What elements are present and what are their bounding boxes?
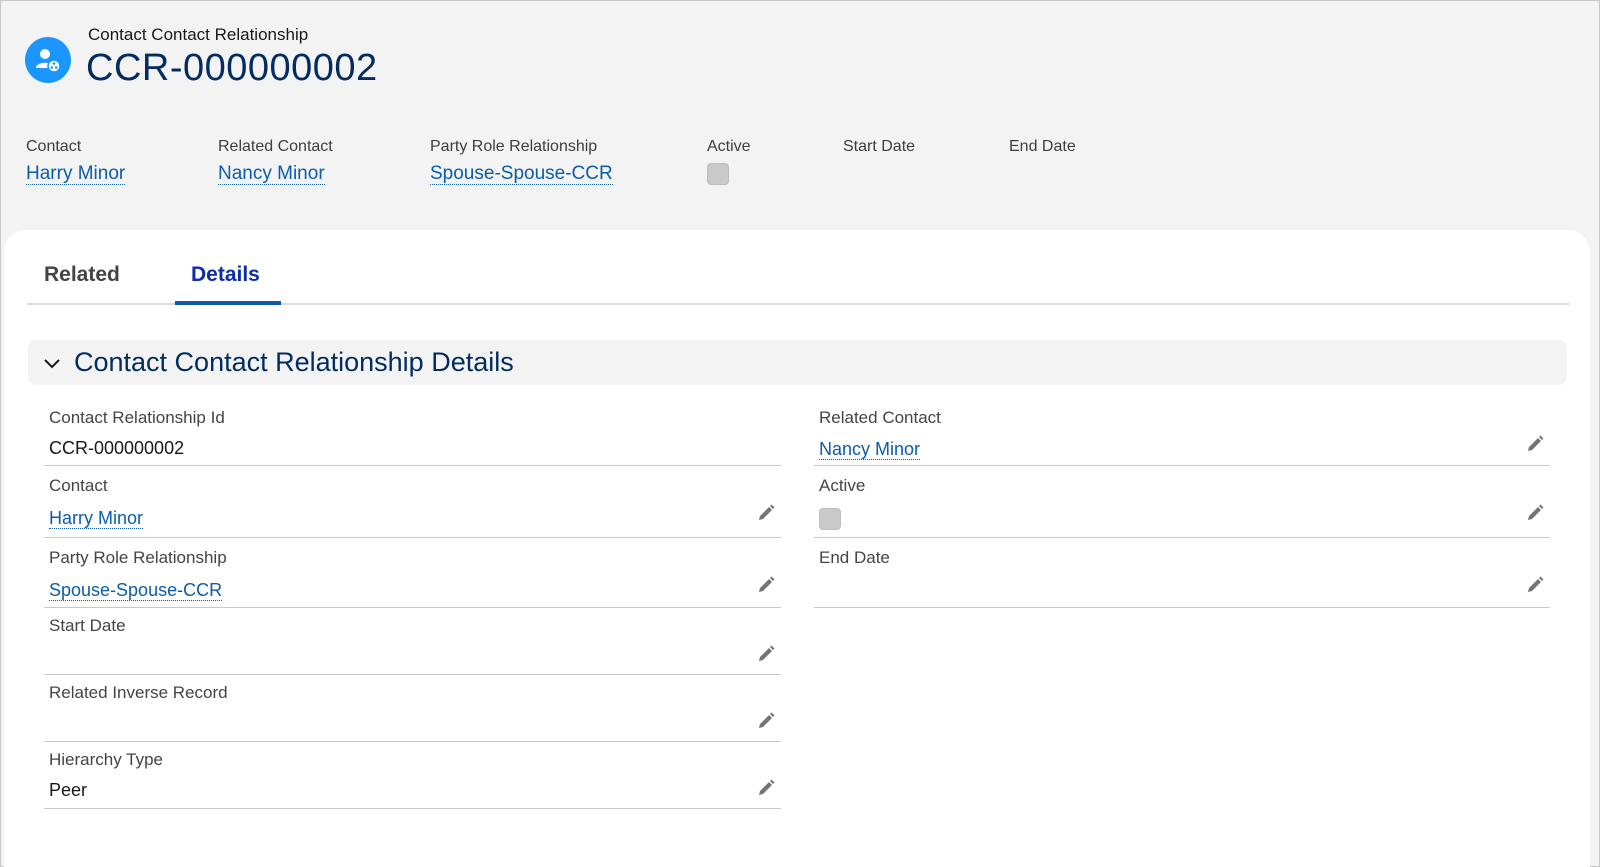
field-value: CCR-000000002 <box>49 438 185 458</box>
field-label: Related Inverse Record <box>49 683 228 702</box>
highlight-label: Related Contact <box>218 138 333 155</box>
chevron-down-icon <box>44 358 60 368</box>
contact-link[interactable]: Harry Minor <box>26 163 126 185</box>
field-value: Peer <box>49 780 88 800</box>
party-role-relationship-link[interactable]: Spouse-Spouse-CCR <box>49 580 223 601</box>
tab-related[interactable]: Related <box>44 263 120 287</box>
field-label: End Date <box>819 548 890 567</box>
field-label: Active <box>819 476 866 495</box>
field-label: Related Contact <box>819 408 941 427</box>
pencil-icon[interactable] <box>756 644 776 664</box>
field-party-role-relationship: Party Role Relationship Spouse-Spouse-CC… <box>44 538 781 608</box>
field-start-date: Start Date <box>44 608 781 675</box>
active-checkbox <box>819 508 841 530</box>
highlight-party-role-relationship: Party Role Relationship Spouse-Spouse-CC… <box>430 138 613 185</box>
object-type-label: Contact Contact Relationship <box>88 25 309 44</box>
field-active: Active <box>814 466 1550 538</box>
related-contact-link[interactable]: Nancy Minor <box>218 163 325 185</box>
field-contact: Contact Harry Minor <box>44 466 781 538</box>
pencil-icon[interactable] <box>756 575 776 595</box>
pencil-icon[interactable] <box>1525 575 1545 595</box>
tab-bar: Related Details <box>27 258 1569 305</box>
active-checkbox <box>707 163 729 185</box>
contact-relationship-icon <box>25 37 71 83</box>
highlight-label: Active <box>707 138 751 155</box>
highlight-contact: Contact Harry Minor <box>26 138 126 185</box>
section-header[interactable]: Contact Contact Relationship Details <box>28 340 1567 385</box>
highlight-label: Party Role Relationship <box>430 138 598 155</box>
pencil-icon[interactable] <box>756 711 776 731</box>
field-hierarchy-type: Hierarchy Type Peer <box>44 742 781 809</box>
active-tab-indicator <box>175 301 281 305</box>
party-role-relationship-link[interactable]: Spouse-Spouse-CCR <box>430 163 613 185</box>
contact-link[interactable]: Harry Minor <box>49 508 144 529</box>
field-end-date: End Date <box>814 538 1550 608</box>
field-label: Contact <box>49 476 108 495</box>
highlight-active: Active <box>707 138 751 185</box>
field-related-inverse-record: Related Inverse Record <box>44 675 781 742</box>
highlight-label: End Date <box>1009 138 1076 155</box>
highlight-end-date: End Date <box>1009 138 1076 163</box>
highlight-related-contact: Related Contact Nancy Minor <box>218 138 333 185</box>
field-contact-relationship-id: Contact Relationship Id CCR-000000002 <box>44 397 781 466</box>
highlight-start-date: Start Date <box>843 138 915 163</box>
field-related-contact: Related Contact Nancy Minor <box>814 397 1550 466</box>
section-title: Contact Contact Relationship Details <box>74 347 514 377</box>
highlight-label: Start Date <box>843 138 916 155</box>
pencil-icon[interactable] <box>1525 503 1545 523</box>
pencil-icon[interactable] <box>1525 434 1545 454</box>
related-contact-link[interactable]: Nancy Minor <box>819 439 921 460</box>
field-label: Party Role Relationship <box>49 548 227 567</box>
field-label: Start Date <box>49 616 126 635</box>
pencil-icon[interactable] <box>756 503 776 523</box>
field-label: Hierarchy Type <box>49 750 164 769</box>
highlight-label: Contact <box>26 138 82 155</box>
pencil-icon[interactable] <box>756 778 776 798</box>
tab-details[interactable]: Details <box>191 263 260 287</box>
page-title: CCR-000000002 <box>86 47 378 89</box>
field-label: Contact Relationship Id <box>49 408 225 427</box>
